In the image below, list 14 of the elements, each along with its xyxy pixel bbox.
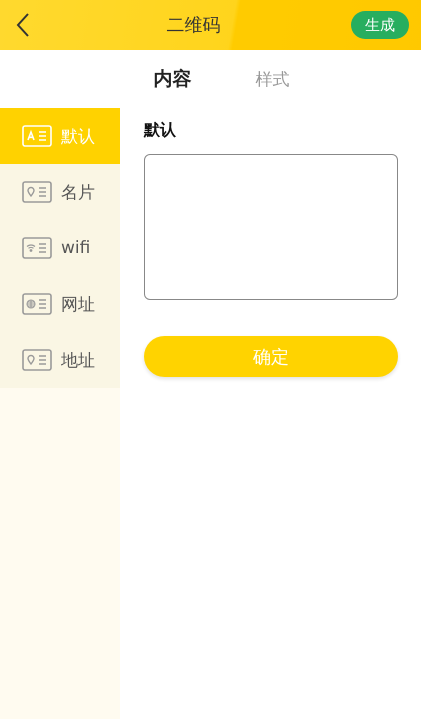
back-icon [16,12,30,38]
page-title: 二维码 [166,14,220,37]
wifi-card-icon [22,237,52,259]
field-label: 默认 [144,120,177,141]
location-card-icon [22,349,52,371]
tab[interactable]: 内容 [154,66,192,92]
sidebar-item[interactable]: wifi [0,220,120,276]
sidebar-item[interactable]: 网址 [0,276,120,332]
sidebar-item[interactable]: 名片 [0,164,120,220]
sidebar-item[interactable]: 地址 [0,332,120,388]
location-card-icon [22,181,52,203]
content-field[interactable] [144,154,398,300]
globe-card-icon [22,293,52,315]
text-card-icon [22,125,52,147]
